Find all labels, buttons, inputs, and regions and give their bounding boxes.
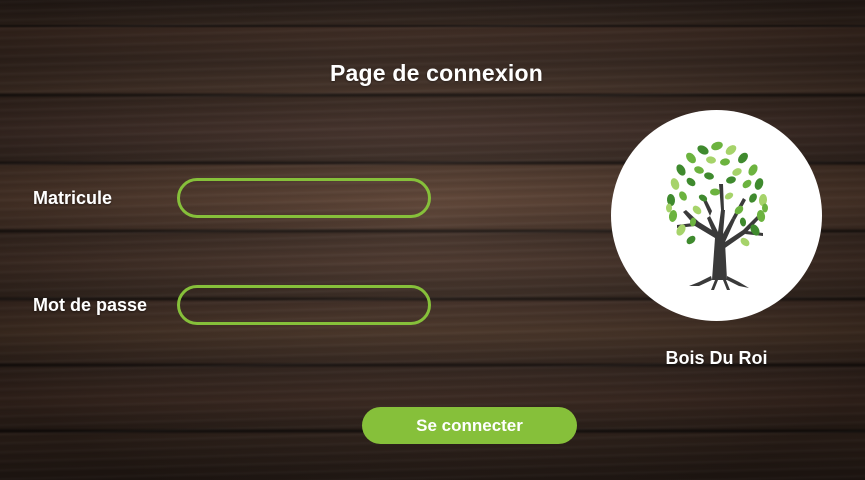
login-page: Page de connexion Matricule Mot de passe (0, 0, 865, 480)
matricule-label: Matricule (33, 188, 113, 208)
login-button[interactable]: Se connecter (362, 407, 577, 444)
logo (611, 110, 822, 321)
tree-icon (666, 141, 768, 290)
brand-name: Bois Du Roi (665, 348, 768, 368)
matricule-field[interactable] (177, 178, 431, 218)
password-field[interactable] (177, 285, 431, 325)
password-label: Mot de passe (33, 295, 148, 315)
page-title: Page de connexion (329, 60, 543, 86)
